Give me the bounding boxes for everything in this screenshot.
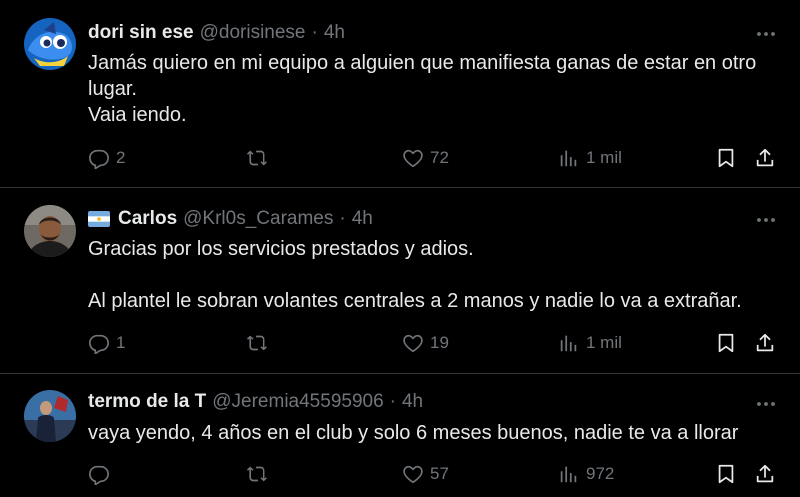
user-name[interactable]: Carlos <box>118 208 177 230</box>
bookmark-icon <box>715 332 737 354</box>
share-button[interactable] <box>754 329 776 357</box>
tweet-header: termo de la T @Jeremia45595906 · 4h <box>88 389 423 415</box>
heart-icon <box>402 332 424 354</box>
timestamp[interactable]: 4h <box>402 391 423 413</box>
tweet[interactable]: termo de la T @Jeremia45595906 · 4h vaya… <box>0 374 800 497</box>
user-name[interactable]: dori sin ese <box>88 22 194 44</box>
views-button[interactable]: 1 mil <box>558 144 622 172</box>
more-options-icon[interactable] <box>754 208 778 232</box>
view-count: 1 mil <box>586 333 622 352</box>
reply-count: 1 <box>116 333 126 352</box>
reply-count: 2 <box>116 148 126 167</box>
share-icon <box>754 332 776 354</box>
separator: · <box>339 208 346 229</box>
more-options-icon[interactable] <box>754 22 778 46</box>
tweet-text: vaya yendo, 4 años en el club y solo 6 m… <box>88 422 739 444</box>
timestamp[interactable]: 4h <box>352 208 373 230</box>
share-icon <box>754 147 776 169</box>
like-button[interactable]: 19 <box>402 329 449 357</box>
view-count: 1 mil <box>586 148 622 167</box>
fish-avatar-icon <box>24 18 76 70</box>
tweet-header: Carlos @Krl0s_Carames · 4h <box>88 206 373 232</box>
retweet-icon <box>246 147 268 169</box>
reply-button[interactable] <box>88 460 116 488</box>
heart-icon <box>402 147 424 169</box>
share-button[interactable] <box>754 460 776 488</box>
view-count: 972 <box>586 464 615 483</box>
reply-icon <box>88 463 110 485</box>
bookmark-icon <box>715 147 737 169</box>
reply-button[interactable]: 1 <box>88 329 125 357</box>
argentina-flag-icon <box>88 211 110 227</box>
share-button[interactable] <box>754 144 776 172</box>
action-bar: 2 72 1 mil <box>88 144 780 172</box>
reply-icon <box>88 147 110 169</box>
retweet-button[interactable] <box>246 460 274 488</box>
avatar[interactable] <box>24 390 76 442</box>
retweet-button[interactable] <box>246 144 274 172</box>
like-count: 72 <box>430 148 449 167</box>
more-options-icon[interactable] <box>754 392 778 416</box>
like-button[interactable]: 57 <box>402 460 449 488</box>
reply-button[interactable]: 2 <box>88 144 125 172</box>
retweet-button[interactable] <box>246 329 274 357</box>
bar-chart-icon <box>558 463 580 485</box>
views-button[interactable]: 1 mil <box>558 329 622 357</box>
tweet[interactable]: dori sin ese @dorisinese · 4h Jamás quie… <box>0 0 800 188</box>
timestamp[interactable]: 4h <box>324 22 345 44</box>
bar-chart-icon <box>558 332 580 354</box>
action-bar: 1 19 1 mil <box>88 329 780 357</box>
person-avatar-icon <box>24 390 76 442</box>
bookmark-button[interactable] <box>715 460 737 488</box>
tweet-text: Gracias por los servicios prestados y ad… <box>88 238 742 312</box>
action-bar: 57 972 <box>88 460 780 488</box>
tweet-header: dori sin ese @dorisinese · 4h <box>88 20 345 46</box>
like-count: 19 <box>430 333 449 352</box>
tweet-text: Jamás quiero en mi equipo a alguien que … <box>88 52 757 126</box>
user-handle[interactable]: @Jeremia45595906 <box>212 391 383 413</box>
heart-icon <box>402 463 424 485</box>
like-button[interactable]: 72 <box>402 144 449 172</box>
tweet[interactable]: Carlos @Krl0s_Carames · 4h Gracias por l… <box>0 188 800 374</box>
user-name[interactable]: termo de la T <box>88 391 206 413</box>
avatar[interactable] <box>24 205 76 257</box>
retweet-icon <box>246 463 268 485</box>
reply-icon <box>88 332 110 354</box>
avatar[interactable] <box>24 18 76 70</box>
user-handle[interactable]: @dorisinese <box>200 22 306 44</box>
user-handle[interactable]: @Krl0s_Carames <box>183 208 333 230</box>
bookmark-button[interactable] <box>715 144 737 172</box>
person-avatar-icon <box>24 205 76 257</box>
separator: · <box>311 22 318 43</box>
like-count: 57 <box>430 464 449 483</box>
bookmark-icon <box>715 463 737 485</box>
share-icon <box>754 463 776 485</box>
bar-chart-icon <box>558 147 580 169</box>
bookmark-button[interactable] <box>715 329 737 357</box>
separator: · <box>389 391 396 412</box>
retweet-icon <box>246 332 268 354</box>
views-button[interactable]: 972 <box>558 460 614 488</box>
